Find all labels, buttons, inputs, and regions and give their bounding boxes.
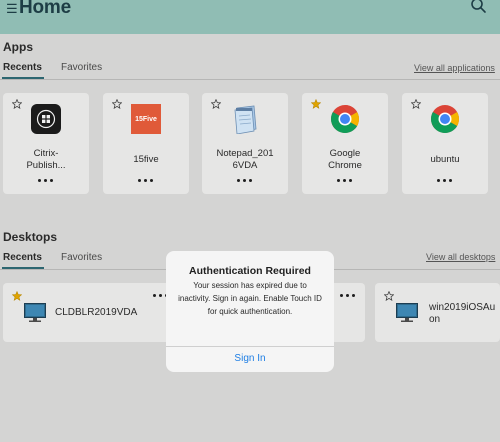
15five-icon: 15Five [131,104,161,134]
app-card-google-chrome[interactable]: Google Chrome [302,93,388,194]
more-options-icon[interactable] [138,179,154,183]
dialog-message: Your session has expired due to inactivi… [178,281,322,316]
sign-in-button[interactable]: Sign In [166,348,334,370]
app-header: ☰ Home [0,0,500,34]
app-name: Google Chrome [328,148,362,171]
chrome-icon [431,105,459,133]
star-outline-icon[interactable] [411,99,421,109]
hamburger-icon[interactable]: ☰ [6,2,18,16]
page-title: Home [19,0,71,18]
desktops-tab-favorites[interactable]: Favorites [61,252,102,263]
star-filled-icon[interactable] [311,99,321,109]
desktop-name: CLDBLR2019VDA [55,307,138,318]
apps-tab-recents[interactable]: Recents [3,62,42,73]
star-outline-icon[interactable] [112,99,122,109]
apps-tab-favorites[interactable]: Favorites [61,62,102,73]
app-card-15five[interactable]: 15Five 15five [103,93,189,194]
more-options-icon[interactable] [340,294,356,298]
more-options-icon[interactable] [337,179,353,183]
desktops-section-title: Desktops [3,230,58,244]
desktop-name: win2019iOSAu on [429,302,496,325]
app-card-ubuntu[interactable]: ubuntu [402,93,488,194]
desktop-card-win2019iosauon[interactable]: win2019iOSAu on [375,283,500,342]
apps-section-title: Apps [3,40,33,54]
search-icon[interactable] [470,0,488,15]
app-name: Citrix- Publish... [26,148,66,171]
view-all-desktops-link[interactable]: View all desktops [426,252,495,262]
dialog-divider [166,346,334,347]
notepad-icon [234,105,257,134]
15five-icon-text: 15Five [135,115,157,123]
app-card-notepad[interactable]: Notepad_201 6VDA [202,93,288,194]
app-name: ubuntu [430,154,460,165]
app-card-citrix[interactable]: Citrix- Publish... [3,93,89,194]
authentication-dialog: Authentication Required Your session has… [166,251,334,372]
more-options-icon[interactable] [237,179,253,183]
citrix-publisher-icon [31,104,61,134]
desktops-tab-recents[interactable]: Recents [3,252,42,263]
view-all-applications-link[interactable]: View all applications [414,63,495,73]
star-outline-icon[interactable] [211,99,221,109]
monitor-icon [396,303,418,322]
star-filled-icon[interactable] [12,291,22,301]
dialog-title: Authentication Required [189,265,311,277]
more-options-icon[interactable] [437,179,453,183]
app-name: 15five [133,154,159,165]
star-outline-icon[interactable] [12,99,22,109]
monitor-icon [24,303,46,322]
more-options-icon[interactable] [38,179,54,183]
chrome-icon [331,105,359,133]
star-outline-icon[interactable] [384,291,394,301]
app-name: Notepad_201 6VDA [216,148,274,171]
apps-tab-divider [0,79,500,80]
